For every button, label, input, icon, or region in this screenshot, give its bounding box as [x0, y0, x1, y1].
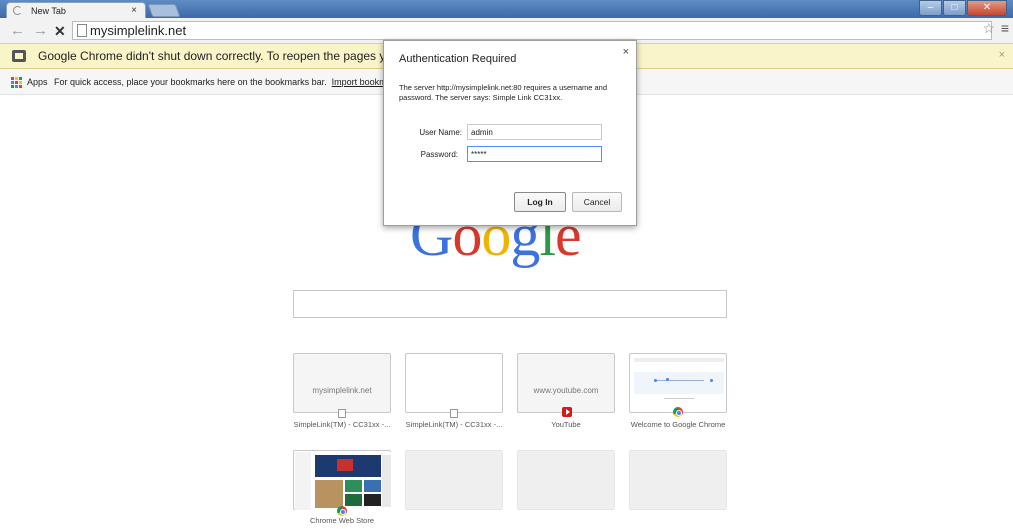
page-icon [77, 24, 87, 37]
stop-icon[interactable]: ✕ [54, 23, 66, 40]
dialog-close-button[interactable]: × [623, 46, 629, 58]
tile-thumb-text: www.youtube.com [533, 386, 599, 395]
tile-caption: Chrome Web Store [309, 516, 375, 525]
new-tab-button[interactable] [147, 4, 181, 17]
tile-caption: SimpleLink(TM) - CC31xx -... [405, 420, 503, 429]
minimize-button[interactable]: – [919, 0, 942, 16]
bookmarks-hint: For quick access, place your bookmarks h… [54, 77, 411, 87]
tile-welcome-chrome[interactable] [629, 353, 727, 413]
back-icon[interactable]: ← [10, 22, 25, 39]
tab-title: New Tab [31, 6, 66, 16]
password-field[interactable] [467, 146, 602, 162]
page-icon [450, 409, 458, 418]
tile-chrome-web-store[interactable] [293, 450, 391, 510]
maximize-button[interactable]: □ [943, 0, 966, 16]
tile-empty [517, 450, 615, 510]
address-bar[interactable]: mysimplelink.net [72, 21, 992, 40]
page-icon [338, 409, 346, 418]
login-button[interactable]: Log In [514, 192, 566, 212]
tab-close-button[interactable]: × [131, 5, 137, 16]
web-store-thumbnail [295, 452, 391, 510]
search-input[interactable] [293, 290, 727, 318]
tile-caption: SimpleLink(TM) - CC31xx -... [293, 420, 391, 429]
window-title-bar: New Tab × – □ ✕ [0, 0, 1013, 18]
chrome-icon [337, 506, 347, 516]
forward-icon[interactable]: → [33, 22, 48, 39]
url-text[interactable]: mysimplelink.net [90, 23, 186, 38]
auth-dialog: Authentication Required × The server htt… [383, 40, 637, 226]
dialog-title: Authentication Required [399, 53, 517, 65]
username-label: User Name: [419, 128, 462, 137]
apps-icon[interactable] [11, 77, 22, 88]
tile-empty [629, 450, 727, 510]
youtube-icon [562, 407, 572, 417]
chrome-icon [673, 407, 683, 417]
close-window-button[interactable]: ✕ [967, 0, 1007, 16]
warning-icon [12, 50, 26, 62]
tile-simplelink[interactable] [405, 353, 503, 413]
bookmarks-hint-text: For quick access, place your bookmarks h… [54, 77, 327, 87]
tile-mysimplelink[interactable]: mysimplelink.net [293, 353, 391, 413]
star-icon[interactable]: ☆ [982, 20, 995, 37]
tile-thumb-text: mysimplelink.net [312, 386, 372, 395]
window-controls: – □ ✕ [918, 0, 1007, 16]
tile-caption: YouTube [551, 420, 581, 429]
tile-youtube[interactable]: www.youtube.com [517, 353, 615, 413]
password-label: Password: [420, 150, 458, 159]
welcome-thumbnail [634, 358, 724, 410]
infobar-close-button[interactable]: × [999, 49, 1005, 61]
infobar-message: Google Chrome didn't shut down correctly… [38, 49, 433, 63]
tile-empty [405, 450, 503, 510]
dialog-message: The server http://mysimplelink.net:80 re… [399, 83, 608, 102]
tab-new-tab[interactable]: New Tab × [6, 2, 146, 18]
tile-caption: Welcome to Google Chrome [630, 420, 726, 429]
menu-icon[interactable]: ≡ [1001, 20, 1009, 36]
cancel-button[interactable]: Cancel [572, 192, 622, 212]
username-field[interactable] [467, 124, 602, 140]
apps-link[interactable]: Apps [27, 77, 48, 87]
loading-spinner-icon [13, 6, 22, 15]
